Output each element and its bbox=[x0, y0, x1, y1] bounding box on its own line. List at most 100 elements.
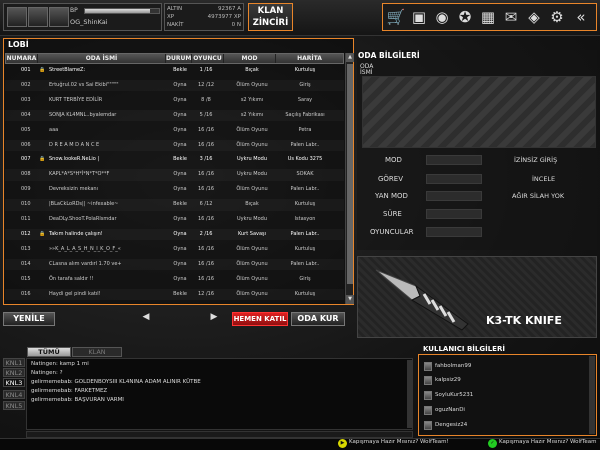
row-room-name: KAPL*A*S*H*İ*N*T*O**F bbox=[49, 171, 110, 178]
table-row[interactable]: 016 Haydi gel pindi katıl! Bekle 12 /16 Ölüm… bbox=[5, 289, 344, 301]
prev-page-icon[interactable]: ◀ bbox=[140, 311, 152, 323]
row-map: Giriş bbox=[299, 275, 311, 282]
row-room-name: D R E A M D A N C E bbox=[49, 141, 100, 148]
create-room-button[interactable]: ODA KUR bbox=[291, 312, 345, 326]
clan-emblem bbox=[28, 7, 48, 27]
chat-line: gelirmemebab: FARKETMEZ bbox=[31, 388, 108, 394]
table-row[interactable]: 002 Ertuğrul.02 vs Sai Ekibi""""" Oyna 12 /… bbox=[5, 80, 344, 92]
chat-log: Natingen: kamp 1 mi Natingen: ? gelirmem… bbox=[26, 358, 413, 430]
table-row[interactable]: 008 KAPL*A*S*H*İ*N*T*O**F Oyna 16 /16 Uykru … bbox=[5, 169, 344, 181]
table-row[interactable]: 012 Takım halinde çalışın! Oyna 2 /16 Kurt S… bbox=[5, 229, 344, 241]
row-status: Oyna bbox=[173, 216, 187, 222]
stat-xp: XP 4973977 XP bbox=[167, 14, 241, 20]
table-row[interactable]: 014 CLasna alım vardırl 1.70 ve+ Oyna 16 /1… bbox=[5, 259, 344, 271]
channel-tab-1[interactable]: KNL1 bbox=[3, 358, 25, 367]
channel-tab-4[interactable]: KNL4 bbox=[3, 390, 25, 399]
col-room-name[interactable]: ODA İSMİ bbox=[38, 54, 166, 63]
row-players: 1 /16 bbox=[199, 67, 213, 73]
chat-scrollbar[interactable] bbox=[407, 360, 412, 428]
row-mode: Ölüm Oyunu bbox=[236, 126, 268, 133]
row-mode: Bıçak bbox=[245, 67, 259, 73]
table-row[interactable]: 006 D R E A M D A N C E Oyna 16 /16 Ölüm Oyu… bbox=[5, 140, 344, 152]
chat-tab-all[interactable]: TÜMÜ bbox=[27, 347, 71, 357]
table-row[interactable]: 010 |BLaCkLoRDs|| ~infexable~ Bekle 6 /12 Bı… bbox=[5, 199, 344, 211]
table-row[interactable]: 013 »»K_A_L_A_S_H_N_I_K_O_F_« Oyna 16 /16 Öl… bbox=[5, 244, 344, 256]
toolbar: 🛒 ▣ ◉ ✪ ▦ ✉ ◈ ⚙ « bbox=[382, 3, 597, 31]
user-list-item[interactable]: oguzNanDi bbox=[424, 405, 494, 416]
col-mode[interactable]: MOD bbox=[224, 54, 276, 63]
stat-cash: NAKİT 0 N bbox=[167, 22, 241, 28]
user-list-item[interactable]: SoyluKur5231 bbox=[424, 390, 494, 401]
channel-tab-5[interactable]: KNL5 bbox=[3, 401, 25, 410]
join-now-button[interactable]: HEMEN KATIL bbox=[232, 312, 288, 326]
row-players: 12 /16 bbox=[198, 290, 214, 297]
table-row[interactable]: 003 KURT TERBİYE EDİLİR Oyna 8 /8 s2 Yıkımı S… bbox=[5, 95, 344, 107]
col-players[interactable]: OYUNCU bbox=[192, 54, 224, 63]
table-row[interactable]: 005 aaa Oyna 16 /16 Ölüm Oyunu Petra bbox=[5, 125, 344, 137]
col-status[interactable]: DURUM bbox=[166, 54, 192, 63]
row-map: Petra bbox=[298, 126, 312, 133]
gift-icon[interactable]: ▦ bbox=[478, 7, 498, 27]
user-list-scrollbar[interactable] bbox=[589, 356, 595, 434]
lock-icon: 🔒 bbox=[39, 67, 45, 73]
row-mode: Ölüm Oyunu bbox=[236, 141, 268, 148]
user-info-title: KULLANICI BİLGİLERİ bbox=[423, 345, 505, 353]
wolf-icon[interactable]: ✪ bbox=[455, 7, 475, 27]
channel-tab-3[interactable]: KNL3 bbox=[3, 378, 25, 387]
row-status: Bekle bbox=[173, 290, 187, 297]
row-map: Palen Labr.. bbox=[290, 186, 320, 193]
avatar bbox=[424, 421, 432, 430]
chat-line: Natingen: kamp 1 mi bbox=[31, 361, 89, 367]
row-map: Kurtuluş bbox=[294, 245, 316, 252]
klan-chain-button[interactable]: KLAN ZİNCİRİ bbox=[248, 3, 293, 31]
row-status: Oyna bbox=[173, 141, 187, 148]
col-number[interactable]: NUMARA bbox=[6, 54, 38, 63]
row-map: Saçılış Fabrikası bbox=[285, 111, 325, 118]
row-status: Oyna bbox=[173, 126, 187, 133]
row-mode: Uykru Modu bbox=[236, 156, 268, 163]
table-row[interactable]: 015 Ön tarafa saldır !! Oyna 16 /16 Ölüm Oyu… bbox=[5, 274, 344, 286]
row-mode: Uykru Modu bbox=[236, 216, 268, 222]
scroll-thumb[interactable] bbox=[347, 64, 353, 284]
col-map[interactable]: HARİTA bbox=[276, 54, 343, 63]
cart-icon[interactable]: 🛒 bbox=[386, 7, 406, 27]
chat-line: gelirmemebab: BAŞVURAN VARMI bbox=[31, 397, 124, 403]
table-row[interactable]: 001 StreetBlameZ: Bekle 1 /16 Bıçak Kurtuluş 🔒 bbox=[5, 65, 344, 77]
row-status: Oyna bbox=[173, 260, 187, 267]
next-page-icon[interactable]: ▶ bbox=[208, 311, 220, 323]
lobby-title: LOBİ bbox=[8, 40, 29, 49]
scroll-up-icon[interactable]: ▲ bbox=[346, 53, 354, 62]
mail-icon[interactable]: ✉ bbox=[501, 7, 521, 27]
channel-tab-2[interactable]: KNL2 bbox=[3, 368, 25, 377]
user-list-item[interactable]: fahbolman99 bbox=[424, 361, 494, 372]
duration-field bbox=[426, 209, 482, 219]
row-number: 005 bbox=[21, 126, 31, 133]
chat-input[interactable] bbox=[26, 431, 413, 438]
gear-icon[interactable]: ⚙ bbox=[547, 7, 567, 27]
row-room-name: KURT TERBİYE EDİLİR bbox=[49, 96, 103, 103]
row-number: 004 bbox=[21, 111, 31, 118]
table-row[interactable]: 007 Snow.lookeR.NeLio | Bekle 3 /16 Uykru Mo… bbox=[5, 154, 344, 166]
ticket-icon[interactable]: ◈ bbox=[524, 7, 544, 27]
lock-icon: 🔒 bbox=[39, 230, 45, 237]
player-name: OG_ShinKai bbox=[70, 18, 108, 26]
row-status: Oyna bbox=[173, 81, 187, 88]
lobby-scrollbar[interactable]: ▲ ▼ bbox=[345, 53, 354, 304]
table-row[interactable]: 011 DeaDLy.ShooT.PolaRlsmdar Oyna 16 /16 Uyk… bbox=[5, 214, 344, 226]
table-row[interactable]: 004 SONJA KL4MNL..byalemdar Oyna 5 /16 s2 Yı… bbox=[5, 110, 344, 122]
scroll-down-icon[interactable]: ▼ bbox=[346, 295, 354, 304]
row-number: 015 bbox=[21, 275, 31, 282]
row-map: Palen Labr.. bbox=[290, 141, 320, 148]
table-row[interactable]: 009 Devreksizin mekanı Oyna 16 /16 Ölüm Oyun… bbox=[5, 184, 344, 196]
row-status: Bekle bbox=[173, 156, 187, 163]
inventory-icon[interactable]: ▣ bbox=[409, 7, 429, 27]
chat-tab-clan[interactable]: KLAN bbox=[72, 347, 122, 357]
row-room-name: DeaDLy.ShooT.PolaRlsmdar bbox=[49, 216, 117, 222]
user-list-item[interactable]: Dengesiz24 bbox=[424, 420, 494, 431]
avatar bbox=[424, 391, 432, 400]
user-list-item[interactable]: kalpsiz29 bbox=[424, 375, 494, 386]
helmet-icon[interactable]: ◉ bbox=[432, 7, 452, 27]
back-icon[interactable]: « bbox=[571, 7, 591, 27]
row-players: 16 /16 bbox=[198, 171, 214, 178]
refresh-button[interactable]: YENİLE bbox=[3, 312, 55, 326]
